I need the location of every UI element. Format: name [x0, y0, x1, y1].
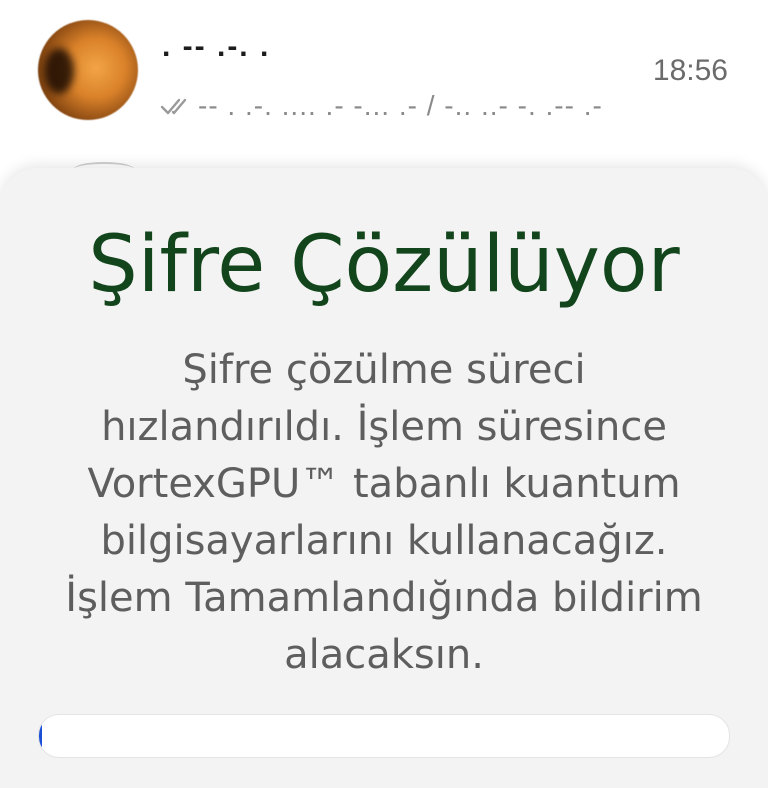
- dialog-title: Şifre Çözülüyor: [88, 220, 680, 310]
- message-time: 18:56: [652, 54, 728, 87]
- dialog-message-line: İşlem Tamamlandığında bildirim: [65, 575, 703, 621]
- dialog-message-line: bilgisayarlarını kullanacağız.: [100, 518, 668, 564]
- dialog-message-line: Şifre çözülme süreci: [182, 347, 586, 393]
- dialog-message-line: hızlandırıldı. İşlem süresince: [101, 404, 667, 450]
- chat-list-item[interactable]: . -- .-. . 18:56 -- . .-. .... .- -... .…: [0, 0, 768, 164]
- double-check-icon: [160, 98, 187, 115]
- decryption-dialog: Şifre Çözülüyor Şifre çözülme süreci hız…: [0, 168, 768, 788]
- decryption-progress-fill: [39, 715, 43, 757]
- decryption-progress-bar: [38, 714, 730, 758]
- contact-name: . -- .-. .: [162, 30, 271, 63]
- last-message-preview: -- . .-. .... .- -... .- / -.. ..- -. .-…: [160, 88, 603, 124]
- dialog-message: Şifre çözülme süreci hızlandırıldı. İşle…: [30, 342, 738, 684]
- last-message-text: -- . .-. .... .- -... .- / -.. ..- -. .-…: [198, 90, 603, 121]
- dialog-message-line: VortexGPU™ tabanlı kuantum: [87, 461, 681, 507]
- dialog-message-line: alacaksın.: [284, 632, 484, 678]
- avatar[interactable]: [38, 20, 138, 120]
